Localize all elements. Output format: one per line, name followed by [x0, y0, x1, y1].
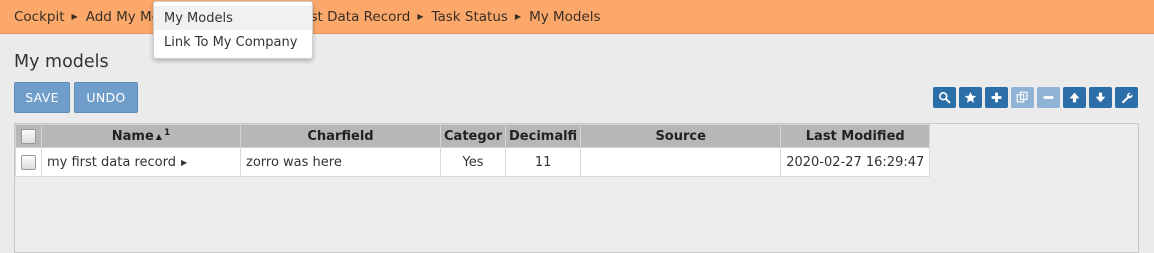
chevron-right-icon[interactable]: ▶ [181, 158, 187, 167]
add-button[interactable] [985, 87, 1008, 108]
move-up-button[interactable] [1063, 87, 1086, 108]
plus-icon [991, 92, 1002, 103]
search-button[interactable] [933, 87, 956, 108]
menu-item-link-to-my-company[interactable]: Link To My Company [154, 30, 312, 54]
remove-button[interactable] [1037, 87, 1060, 108]
column-header-last-modified[interactable]: Last Modified [780, 124, 931, 148]
menu-item-my-models[interactable]: My Models [154, 6, 312, 30]
page-title: My models [14, 52, 109, 72]
table-row[interactable]: my first data record ▶ zorro was here Yes… [15, 147, 931, 177]
data-table: Name ▲︎ 1 Charfield Categor Decimalfi Sour… [15, 124, 931, 177]
charfield-cell[interactable]: zorro was here [240, 147, 441, 177]
last-modified-cell[interactable]: 2020-02-27 16:29:47 [780, 147, 931, 177]
save-button[interactable]: SAVE [14, 82, 70, 113]
settings-button[interactable] [1115, 87, 1138, 108]
select-all-checkbox[interactable] [21, 128, 36, 144]
column-header-decimal[interactable]: Decimalfi [504, 124, 582, 148]
favorite-button[interactable] [959, 87, 982, 108]
breadcrumb-item-my-models[interactable]: My Models [529, 9, 601, 25]
table-header-row: Name ▲︎ 1 Charfield Categor Decimalfi Sour… [15, 124, 931, 148]
column-header-category[interactable]: Categor [440, 124, 506, 148]
breadcrumb-item-cockpit[interactable]: Cockpit ▶ [14, 9, 86, 25]
row-select-cell [15, 147, 42, 177]
chevron-right-icon: ▶ [514, 12, 522, 21]
copy-button[interactable] [1011, 87, 1034, 108]
data-grid: Name ▲︎ 1 Charfield Categor Decimalfi Sour… [14, 123, 1139, 253]
arrow-down-icon [1095, 92, 1106, 103]
column-header-charfield[interactable]: Charfield [240, 124, 441, 148]
wrench-icon [1121, 92, 1133, 104]
undo-button[interactable]: UNDO [74, 82, 138, 113]
grid-toolbar [933, 87, 1138, 108]
column-header-source[interactable]: Source [580, 124, 782, 148]
sort-icon: ▲︎ [155, 132, 162, 141]
chevron-right-icon: ▶ [71, 12, 78, 21]
source-cell[interactable] [580, 147, 782, 177]
arrow-up-icon [1069, 92, 1080, 103]
copy-icon [1016, 91, 1028, 103]
move-down-button[interactable] [1089, 87, 1112, 108]
breadcrumb-item-task-status[interactable]: Task Status ▶ [431, 9, 529, 25]
star-icon [964, 91, 977, 103]
select-all-header [15, 124, 42, 148]
search-icon [939, 92, 951, 104]
decimal-cell[interactable]: 11 [504, 147, 582, 177]
name-cell[interactable]: my first data record ▶ [41, 147, 241, 177]
breadcrumb-dropdown-menu: My Models Link To My Company [153, 1, 313, 59]
row-checkbox[interactable] [21, 154, 36, 170]
column-header-name[interactable]: Name ▲︎ 1 [41, 124, 241, 148]
chevron-right-icon: ▶ [417, 12, 424, 21]
category-cell[interactable]: Yes [440, 147, 506, 177]
minus-icon [1043, 96, 1054, 99]
sort-order-badge: 1 [163, 128, 171, 138]
